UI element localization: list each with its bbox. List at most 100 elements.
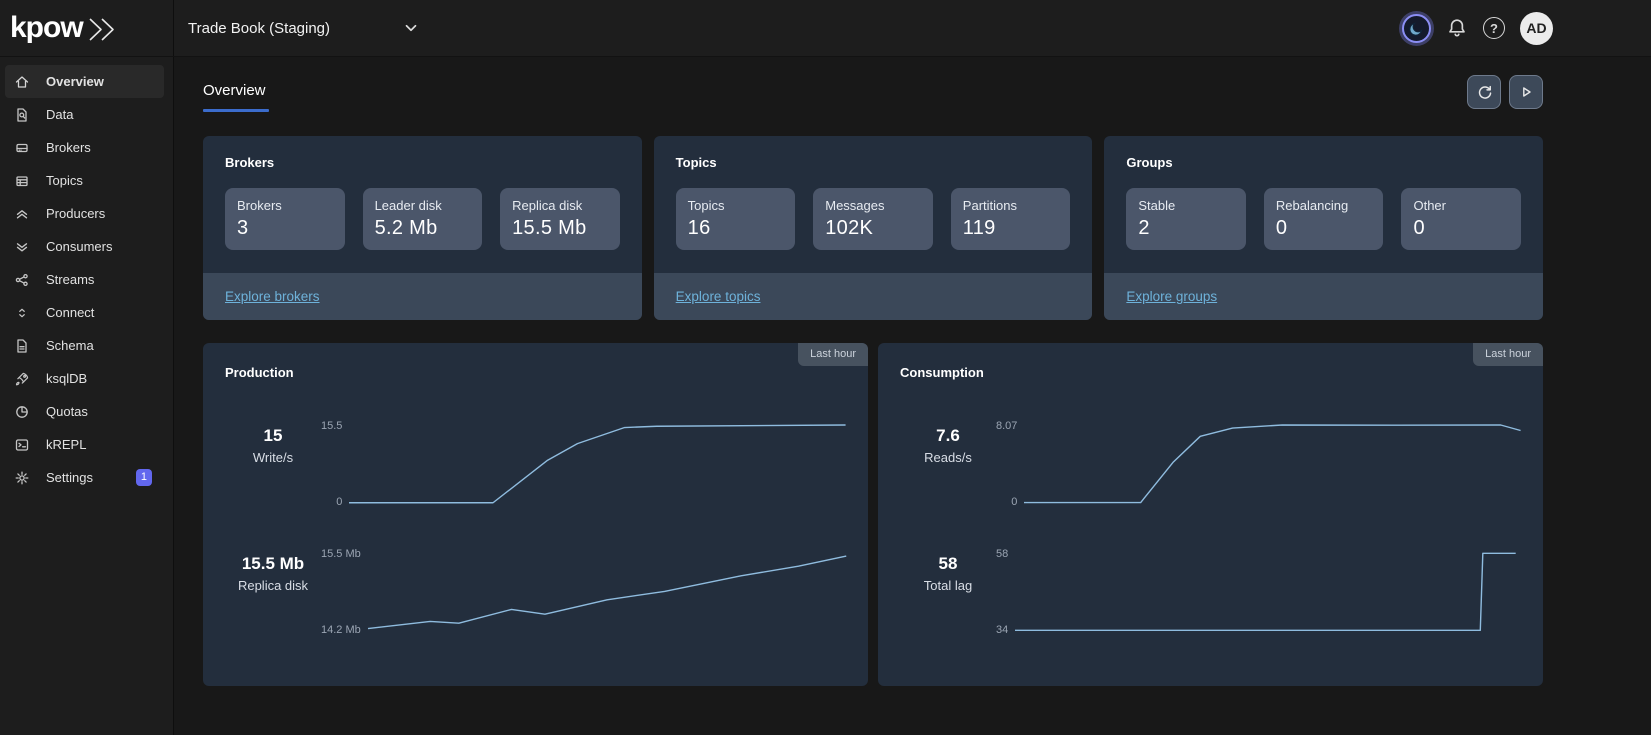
chevron-down-icon [402,19,420,37]
topbar: kpow Trade Book (Staging) ? AD [0,0,1651,57]
card-footer: Explore topics [654,273,1093,320]
document-icon [13,338,30,354]
explore-groups-link[interactable]: Explore groups [1126,289,1217,304]
y-axis-max: 15.5 [321,420,342,432]
sidebar-item-streams[interactable]: Streams [0,263,173,296]
logo-text: kpow [10,13,83,43]
write-rate-line-chart [349,425,846,503]
settings-badge: 1 [136,469,152,486]
gear-icon [13,470,30,486]
sidebar-item-label: Schema [46,338,94,353]
notifications-button[interactable] [1446,17,1468,39]
sidebar-item-label: Quotas [46,404,88,419]
sidebar-item-consumers[interactable]: Consumers [0,230,173,263]
explore-brokers-link[interactable]: Explore brokers [225,289,320,304]
avatar-initials: AD [1526,20,1546,36]
stat-tile-partitions: Partitions 119 [951,188,1071,250]
sidebar-item-label: ksqlDB [46,371,87,386]
file-search-icon [13,107,30,123]
sidebar-item-label: Brokers [46,140,91,155]
time-range-badge: Last hour [1473,343,1543,366]
stat-tile-messages: Messages 102K [813,188,933,250]
pie-icon [13,404,30,420]
production-panel: Last hour Production 15 Write/s 15.5 0 [203,343,868,686]
topics-card: Topics Topics 16 Messages 102K Partition… [654,136,1093,320]
y-axis-max: 15.5 Mb [321,548,361,560]
y-axis-min: 0 [1011,496,1017,508]
refresh-icon [1476,84,1493,101]
logo-chevrons-icon [86,16,124,43]
card-title: Brokers [225,155,620,170]
y-axis-max: 58 [996,548,1008,560]
play-button[interactable] [1509,75,1543,109]
card-title: Topics [676,155,1071,170]
stat-tile-other: Other 0 [1401,188,1521,250]
sidebar-item-connect[interactable]: Connect [0,296,173,329]
dark-mode-toggle[interactable] [1402,14,1431,43]
stat-tile-rebalancing: Rebalancing 0 [1264,188,1384,250]
sidebar-item-label: kREPL [46,437,86,452]
help-icon: ? [1490,21,1498,36]
share-icon [13,272,30,288]
time-range-badge: Last hour [798,343,868,366]
sidebar-item-quotas[interactable]: Quotas [0,395,173,428]
panel-title: Consumption [900,365,1521,380]
sidebar-item-overview[interactable]: Overview [5,65,164,98]
y-axis: 58 34 [996,548,1015,636]
stat-tile-topics: Topics 16 [676,188,796,250]
bell-icon [1446,17,1468,39]
total-lag-stat: 58 Total lag [900,553,996,593]
explore-topics-link[interactable]: Explore topics [676,289,761,304]
brokers-card: Brokers Brokers 3 Leader disk 5.2 Mb Rep… [203,136,642,320]
read-rate-line-chart [1024,425,1521,503]
stat-tile-replica-disk: Replica disk 15.5 Mb [500,188,620,250]
play-icon [1518,84,1534,100]
tab-active-indicator [203,109,269,112]
card-footer: Explore groups [1104,273,1543,320]
sidebar-item-producers[interactable]: Producers [0,197,173,230]
card-footer: Explore brokers [203,273,642,320]
terminal-icon [13,437,30,453]
sidebar-item-label: Settings [46,470,93,485]
sidebar-item-krepl[interactable]: kREPL [0,428,173,461]
moon-icon [1408,20,1425,37]
kpow-logo[interactable]: kpow [0,0,174,56]
stat-tile-brokers: Brokers 3 [225,188,345,250]
y-axis-min: 34 [996,624,1008,636]
sidebar-item-label: Producers [46,206,105,221]
stat-tile-stable: Stable 2 [1126,188,1246,250]
sidebar: Overview Data Brokers Topics Producers [0,57,174,735]
help-button[interactable]: ? [1483,17,1505,39]
replica-disk-line-chart [368,553,846,631]
avatar[interactable]: AD [1520,12,1553,45]
sidebar-item-label: Data [46,107,73,122]
y-axis: 15.5 0 [321,420,349,508]
y-axis-min: 0 [336,496,342,508]
chevrons-down-icon [13,239,30,255]
write-rate-stat: 15 Write/s [225,425,321,465]
home-icon [13,74,30,90]
environment-selector[interactable]: Trade Book (Staging) [188,19,420,37]
sidebar-item-brokers[interactable]: Brokers [0,131,173,164]
topbar-actions: ? AD [1402,12,1651,45]
replica-disk-stat: 15.5 Mb Replica disk [225,553,321,593]
sidebar-item-label: Consumers [46,239,112,254]
sidebar-item-label: Overview [46,74,104,89]
sidebar-item-topics[interactable]: Topics [0,164,173,197]
page-title: Overview [203,82,269,99]
tab-overview[interactable]: Overview [203,82,269,112]
sort-icon [13,305,30,321]
main-content: Overview Brokers [174,57,1651,735]
chevrons-up-icon [13,206,30,222]
sidebar-item-schema[interactable]: Schema [0,329,173,362]
sidebar-item-settings[interactable]: Settings 1 [0,461,173,494]
sidebar-item-ksqldb[interactable]: ksqlDB [0,362,173,395]
sidebar-item-data[interactable]: Data [0,98,173,131]
drive-icon [13,140,30,156]
sidebar-item-label: Connect [46,305,94,320]
y-axis-max: 8.07 [996,420,1017,432]
refresh-button[interactable] [1467,75,1501,109]
table-icon [13,173,30,189]
y-axis-min: 14.2 Mb [321,624,361,636]
card-title: Groups [1126,155,1521,170]
